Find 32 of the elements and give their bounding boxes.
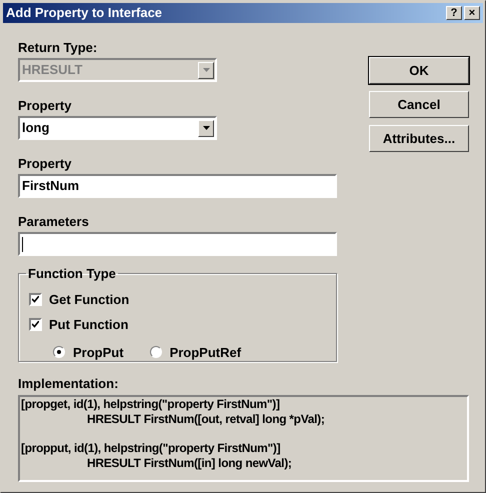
text-field[interactable] <box>18 232 337 256</box>
code-line: [propget, id(1), helpstring("property FirstNum")] <box>21 397 281 412</box>
radio-label: PropPut <box>73 344 124 362</box>
dropdown[interactable]: long <box>18 116 217 140</box>
text-field[interactable]: FirstNum <box>18 174 337 198</box>
dialog-button[interactable]: Attributes... <box>369 125 469 152</box>
dialog-button[interactable]: OK <box>369 57 469 84</box>
field-value: FirstNum <box>22 177 80 196</box>
code-line: HRESULT FirstNum([out, retval] long *pVal); <box>86 412 326 427</box>
dropdown-value: HRESULT <box>22 61 82 80</box>
checkmark-icon <box>32 321 39 328</box>
code-line: HRESULT FirstNum([in] long newVal); <box>86 456 293 471</box>
field-label: Parameters <box>18 214 90 229</box>
checkmark-icon <box>32 296 39 303</box>
dropdown-value: long <box>22 119 50 138</box>
close-button[interactable]: × <box>464 6 480 20</box>
field-label: Implementation: <box>18 376 120 391</box>
group-title: Function Type <box>27 265 117 283</box>
checkbox[interactable] <box>29 318 42 332</box>
radio-button[interactable] <box>53 346 65 358</box>
code-line: [propput, id(1), helpstring("property FirstNum")] <box>21 441 282 456</box>
field-label: Property <box>18 156 72 171</box>
window-title: Add Property to Interface <box>6 4 162 22</box>
checkbox-label: Get Function <box>49 290 130 308</box>
radio-button[interactable] <box>150 346 162 358</box>
field-label: Property <box>18 98 72 113</box>
help-button[interactable]: ? <box>446 6 462 20</box>
field-label: Return Type: <box>18 40 98 55</box>
dialog-button[interactable]: Cancel <box>369 91 469 118</box>
checkbox[interactable] <box>29 292 42 306</box>
checkbox-label: Put Function <box>49 316 128 334</box>
radio-label: PropPutRef <box>170 344 242 362</box>
